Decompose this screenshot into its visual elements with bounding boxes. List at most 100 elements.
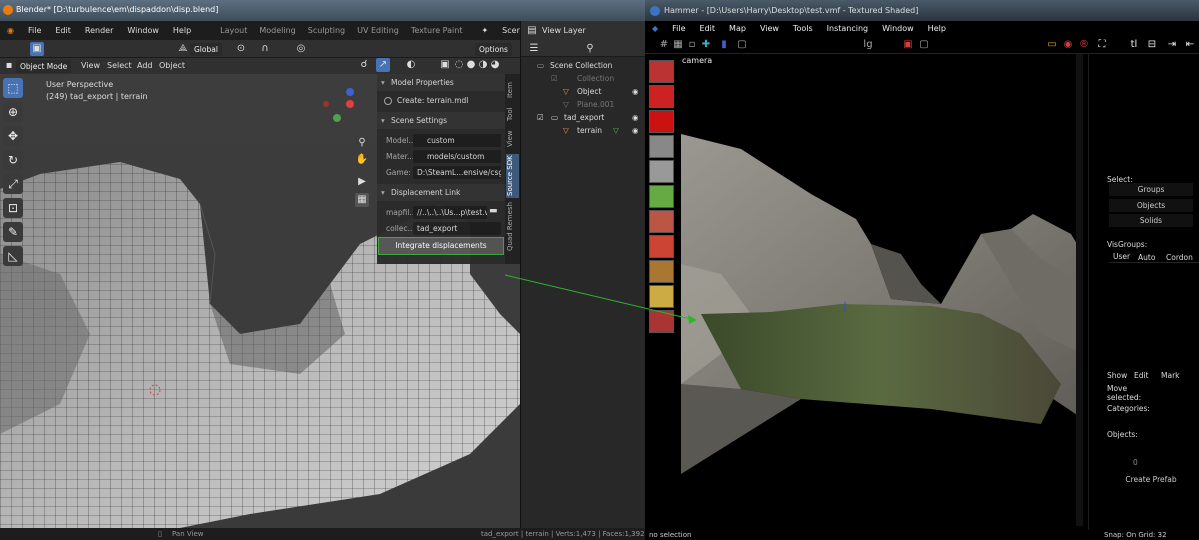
- panel-model-properties-header[interactable]: Model Properties: [377, 74, 505, 91]
- gizmo-icon[interactable]: ↗: [376, 58, 390, 72]
- tab-source-sdk[interactable]: Source SDK: [506, 154, 519, 198]
- select-objects-button[interactable]: Objects: [1109, 199, 1193, 212]
- blender-logo-menu-icon[interactable]: ◉: [0, 26, 21, 35]
- game-field[interactable]: D:\SteamL...ensive/csg: [413, 166, 501, 179]
- zoom-view-icon[interactable]: ⚲: [355, 136, 369, 150]
- rotate-tool-icon[interactable]: ↻: [3, 150, 23, 170]
- vertical-scrollbar[interactable]: [1076, 54, 1083, 526]
- create-radio-icon[interactable]: [384, 97, 392, 105]
- mode-dropdown[interactable]: Object Mode: [16, 60, 72, 73]
- menu-render[interactable]: Render: [78, 26, 120, 35]
- panel-scene-settings-header[interactable]: Scene Settings: [377, 112, 505, 129]
- hammer-menu-view[interactable]: View: [753, 24, 786, 33]
- collection-checkbox-icon[interactable]: ☑: [537, 111, 544, 124]
- menu-edit[interactable]: Edit: [48, 26, 78, 35]
- shading-rendered-icon[interactable]: ◕: [488, 58, 502, 72]
- mirror-icon[interactable]: ⊟: [1145, 38, 1159, 52]
- cordon-icon[interactable]: ▢: [917, 38, 931, 52]
- select-groups-button[interactable]: Groups: [1109, 183, 1193, 196]
- ortho-toggle-icon[interactable]: ▦: [355, 193, 369, 207]
- material-field[interactable]: models/custom: [413, 150, 501, 163]
- snap-icon[interactable]: ∩: [258, 42, 272, 56]
- visgroup-list[interactable]: [1109, 262, 1199, 362]
- visgroup-tab-user[interactable]: User: [1113, 252, 1130, 261]
- menu-help[interactable]: Help: [166, 26, 198, 35]
- hammer-menu-help[interactable]: Help: [921, 24, 953, 33]
- header-menu-select[interactable]: Select: [107, 61, 132, 70]
- workspace-tab-layout[interactable]: Layout: [214, 26, 253, 35]
- group-icon[interactable]: ▢: [735, 38, 749, 52]
- apply-texture-icon[interactable]: [649, 210, 674, 233]
- options-dropdown[interactable]: Options: [475, 43, 512, 56]
- grid-smaller-icon[interactable]: ▫: [685, 38, 699, 52]
- outliner-row-plane[interactable]: ▽ Plane.001: [521, 98, 645, 111]
- hammer-menu-window[interactable]: Window: [875, 24, 921, 33]
- editor-type-icon[interactable]: ▪: [2, 59, 16, 73]
- select-box-icon[interactable]: ▣: [30, 42, 44, 56]
- outliner-row-collection[interactable]: ☑ Collection: [521, 72, 645, 85]
- viewport-camera-label[interactable]: camera: [682, 56, 712, 65]
- eye-icon[interactable]: ◉: [632, 111, 639, 124]
- view-layer-icon[interactable]: ▤: [525, 24, 539, 38]
- workspace-tab-sculpting[interactable]: Sculpting: [302, 26, 351, 35]
- vertex-tool-icon[interactable]: [649, 310, 674, 333]
- hammer-menu-map[interactable]: Map: [722, 24, 753, 33]
- decal-tool-icon[interactable]: [649, 235, 674, 258]
- header-menu-view[interactable]: View: [81, 61, 100, 70]
- header-menu-add[interactable]: Add: [137, 61, 153, 70]
- overlay-tool-icon[interactable]: [649, 260, 674, 283]
- select-tool-icon[interactable]: ⬚: [3, 78, 23, 98]
- hammer-3d-viewport[interactable]: camera: [681, 54, 1083, 526]
- hammer-menu-instancing[interactable]: Instancing: [820, 24, 875, 33]
- camera-tool-icon[interactable]: [649, 110, 674, 133]
- run-map-icon[interactable]: ▭: [1045, 38, 1059, 52]
- annotate-tool-icon[interactable]: ✎: [3, 222, 23, 242]
- outliner-row-tad-export[interactable]: ☑ ▭ tad_export ◉: [521, 111, 645, 124]
- toggle-texlock-icon[interactable]: lg: [861, 38, 875, 52]
- texture-tool-icon[interactable]: [649, 185, 674, 208]
- create-prefab-button[interactable]: Create Prefab: [1109, 473, 1193, 486]
- select-solids-button[interactable]: Solids: [1109, 214, 1193, 227]
- visgroup-tab-auto[interactable]: Auto: [1138, 253, 1155, 262]
- cursor-tool-icon[interactable]: ⊕: [3, 102, 23, 122]
- outliner-search-icon[interactable]: ⚲: [583, 42, 597, 56]
- orientation-dropdown[interactable]: Global: [190, 43, 222, 56]
- measure-tool-icon[interactable]: ◺: [3, 246, 23, 266]
- carve-icon[interactable]: ▮: [717, 38, 731, 52]
- folder-icon[interactable]: ▬: [489, 206, 498, 216]
- entity-tool-icon[interactable]: [649, 135, 674, 158]
- grid-3d-icon[interactable]: ▦: [671, 38, 685, 52]
- tab-item[interactable]: Item: [506, 78, 519, 102]
- mapfile-field[interactable]: //..\..\..\Us...p\test.vmf: [413, 206, 487, 219]
- eye-icon[interactable]: ◉: [632, 85, 639, 98]
- view-layer-label[interactable]: View Layer: [542, 26, 586, 35]
- tab-tool[interactable]: Tool: [506, 104, 519, 124]
- hammer-menu-edit[interactable]: Edit: [693, 24, 723, 33]
- menu-file[interactable]: File: [21, 26, 48, 35]
- camera-target-icon[interactable]: ◉: [1061, 38, 1075, 52]
- align-icon[interactable]: ⇥: [1165, 38, 1179, 52]
- show-button[interactable]: Show: [1107, 371, 1127, 380]
- xray-icon[interactable]: ▣: [438, 58, 452, 72]
- record-icon[interactable]: ®: [1077, 38, 1091, 52]
- panel-displacement-link-header[interactable]: Displacement Link: [377, 184, 505, 201]
- hammer-menu-tools[interactable]: Tools: [786, 24, 820, 33]
- collection-field[interactable]: tad_export: [413, 222, 501, 235]
- hide-icon[interactable]: ▣: [901, 38, 915, 52]
- header-menu-object[interactable]: Object: [159, 61, 185, 70]
- magnify-tool-icon[interactable]: [649, 85, 674, 108]
- mark-button[interactable]: Mark: [1161, 371, 1180, 380]
- workspace-tab-modeling[interactable]: Modeling: [253, 26, 301, 35]
- display-mode-icon[interactable]: ☰: [527, 42, 541, 56]
- scene-icon[interactable]: ✦: [474, 26, 495, 35]
- visgroup-tab-cordon[interactable]: Cordon: [1166, 253, 1193, 262]
- block-tool-icon[interactable]: [649, 160, 674, 183]
- scale-tool-icon[interactable]: ⤢: [3, 174, 23, 194]
- pan-view-icon[interactable]: ✋: [355, 153, 369, 167]
- selection-tool-icon[interactable]: [649, 60, 674, 83]
- text-icon[interactable]: tl: [1127, 38, 1141, 52]
- outliner-root[interactable]: ▭ Scene Collection: [521, 59, 645, 72]
- integrate-displacements-button[interactable]: Integrate displacements: [378, 237, 504, 255]
- hammer-menu-file[interactable]: File: [665, 24, 692, 33]
- outliner-row-terrain[interactable]: ▽ terrain ▽ ◉: [521, 124, 645, 137]
